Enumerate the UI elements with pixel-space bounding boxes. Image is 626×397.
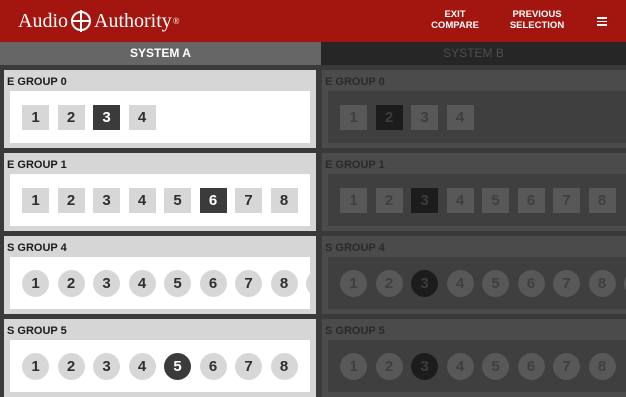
source-select-button[interactable]: 5	[164, 188, 191, 213]
source-select-button: 8	[588, 188, 616, 213]
system-a-group-panel: E GROUP 1 12345678	[4, 153, 316, 231]
source-select-button[interactable]: 2	[57, 105, 85, 130]
source-select-button-round: 2	[375, 353, 403, 380]
source-select-button-round[interactable]: 2	[57, 270, 85, 297]
source-select-button-round: 3	[411, 270, 438, 297]
group-title: S GROUP 4	[7, 242, 67, 254]
app-header: Audio Authority ® EXIT COMPARE PREVIOUS …	[0, 0, 626, 42]
source-select-button[interactable]: 8	[270, 188, 298, 213]
source-select-button-round[interactable]: 7	[235, 353, 262, 380]
source-select-button[interactable]: 4	[128, 105, 156, 130]
source-select-button-round: 1	[340, 270, 367, 297]
source-select-button-round[interactable]: 8	[270, 270, 298, 297]
source-select-button: 6	[517, 188, 545, 213]
group-button-row: 12345678	[328, 257, 626, 309]
previous-selection-button[interactable]: PREVIOUS SELECTION	[497, 9, 577, 31]
exit-compare-line-2: COMPARE	[431, 20, 479, 31]
group-button-row: 12345678	[328, 174, 626, 226]
source-select-button-round: 1	[340, 353, 367, 380]
system-b-group-panel: S GROUP 4 12345678	[322, 236, 626, 314]
group-title: E GROUP 1	[325, 159, 385, 171]
source-select-button-round: 8	[588, 353, 616, 380]
source-select-button-round: 2	[375, 270, 403, 297]
source-select-button-round: 4	[446, 353, 474, 380]
source-select-button: 2	[375, 105, 403, 130]
registered-mark: ®	[172, 16, 180, 26]
source-select-button: 4	[446, 105, 474, 130]
group-button-row: 1234	[328, 91, 626, 143]
source-select-button-round[interactable]: 8	[270, 353, 298, 380]
source-select-button-round[interactable]	[306, 270, 310, 297]
source-select-button: 7	[553, 188, 580, 213]
source-select-button-round[interactable]: 5	[164, 353, 191, 380]
group-button-row: 12345678	[10, 257, 310, 309]
tab-system-a[interactable]: SYSTEM A	[0, 42, 321, 65]
tab-system-b[interactable]: SYSTEM B	[321, 42, 626, 65]
source-select-button[interactable]: 1	[22, 188, 49, 213]
source-select-button[interactable]: 2	[57, 188, 85, 213]
group-button-row: 12345678	[10, 174, 310, 226]
system-b-group-panel: E GROUP 1 12345678	[322, 153, 626, 231]
source-select-button[interactable]: 4	[128, 188, 156, 213]
source-select-button[interactable]: 3	[93, 105, 120, 130]
group-title: S GROUP 4	[325, 242, 385, 254]
group-title: S GROUP 5	[325, 325, 385, 337]
source-select-button-round[interactable]: 5	[164, 270, 191, 297]
group-button-row: 1234	[10, 91, 310, 143]
source-select-button: 3	[411, 188, 438, 213]
source-select-button: 5	[482, 188, 509, 213]
source-select-button-round: 5	[482, 353, 509, 380]
system-b-group-panel: S GROUP 5 12345678	[322, 319, 626, 397]
exit-compare-line-1: EXIT	[444, 9, 466, 20]
source-select-button-round[interactable]: 2	[57, 353, 85, 380]
source-select-button-round[interactable]: 1	[22, 270, 49, 297]
group-button-row: 12345678	[10, 340, 310, 392]
source-select-button: 1	[340, 188, 367, 213]
group-title: E GROUP 0	[325, 76, 385, 88]
system-a-group-panel: S GROUP 4 12345678	[4, 236, 316, 314]
source-select-button-round: 7	[553, 353, 580, 380]
system-a-group-panel: S GROUP 5 12345678	[4, 319, 316, 397]
source-select-button: 2	[375, 188, 403, 213]
hamburger-menu-icon[interactable]	[594, 13, 610, 29]
source-select-button[interactable]: 1	[22, 105, 49, 130]
source-select-button-round: 5	[482, 270, 509, 297]
source-select-button-round[interactable]: 4	[128, 353, 156, 380]
group-title: E GROUP 0	[7, 76, 67, 88]
group-button-row: 12345678	[328, 340, 626, 392]
source-select-button: 4	[446, 188, 474, 213]
audio-authority-logo-icon	[71, 10, 91, 32]
system-b-group-panel: E GROUP 0 1234	[322, 70, 626, 148]
audio-authority-logo: Audio Authority ®	[18, 9, 180, 33]
source-select-button-round[interactable]: 3	[93, 270, 120, 297]
brand-name-right: Authority	[94, 9, 172, 32]
source-select-button-round: 4	[446, 270, 474, 297]
system-a-group-panel: E GROUP 0 1234	[4, 70, 316, 148]
source-select-button-round: 8	[588, 270, 616, 297]
source-select-button: 3	[411, 105, 438, 130]
exit-compare-button[interactable]: EXIT COMPARE	[415, 9, 495, 31]
source-select-button-round[interactable]: 3	[93, 353, 120, 380]
group-title: S GROUP 5	[7, 325, 67, 337]
source-select-button-round: 3	[411, 353, 438, 380]
source-select-button-round[interactable]: 4	[128, 270, 156, 297]
previous-selection-line-1: PREVIOUS	[512, 9, 562, 20]
group-title: E GROUP 1	[7, 159, 67, 171]
source-select-button-round: 7	[553, 270, 580, 297]
source-select-button-round: 6	[517, 270, 545, 297]
previous-selection-line-2: SELECTION	[509, 20, 565, 31]
source-select-button[interactable]: 6	[199, 188, 227, 213]
source-select-button-round[interactable]: 1	[22, 353, 49, 380]
brand-name-left: Audio	[18, 9, 68, 32]
source-select-button[interactable]: 3	[93, 188, 120, 213]
source-select-button[interactable]: 7	[235, 188, 262, 213]
source-select-button-round[interactable]: 7	[235, 270, 262, 297]
source-select-button-round[interactable]: 6	[199, 353, 227, 380]
source-select-button-round[interactable]: 6	[199, 270, 227, 297]
source-select-button: 1	[340, 105, 367, 130]
source-select-button-round: 6	[517, 353, 545, 380]
